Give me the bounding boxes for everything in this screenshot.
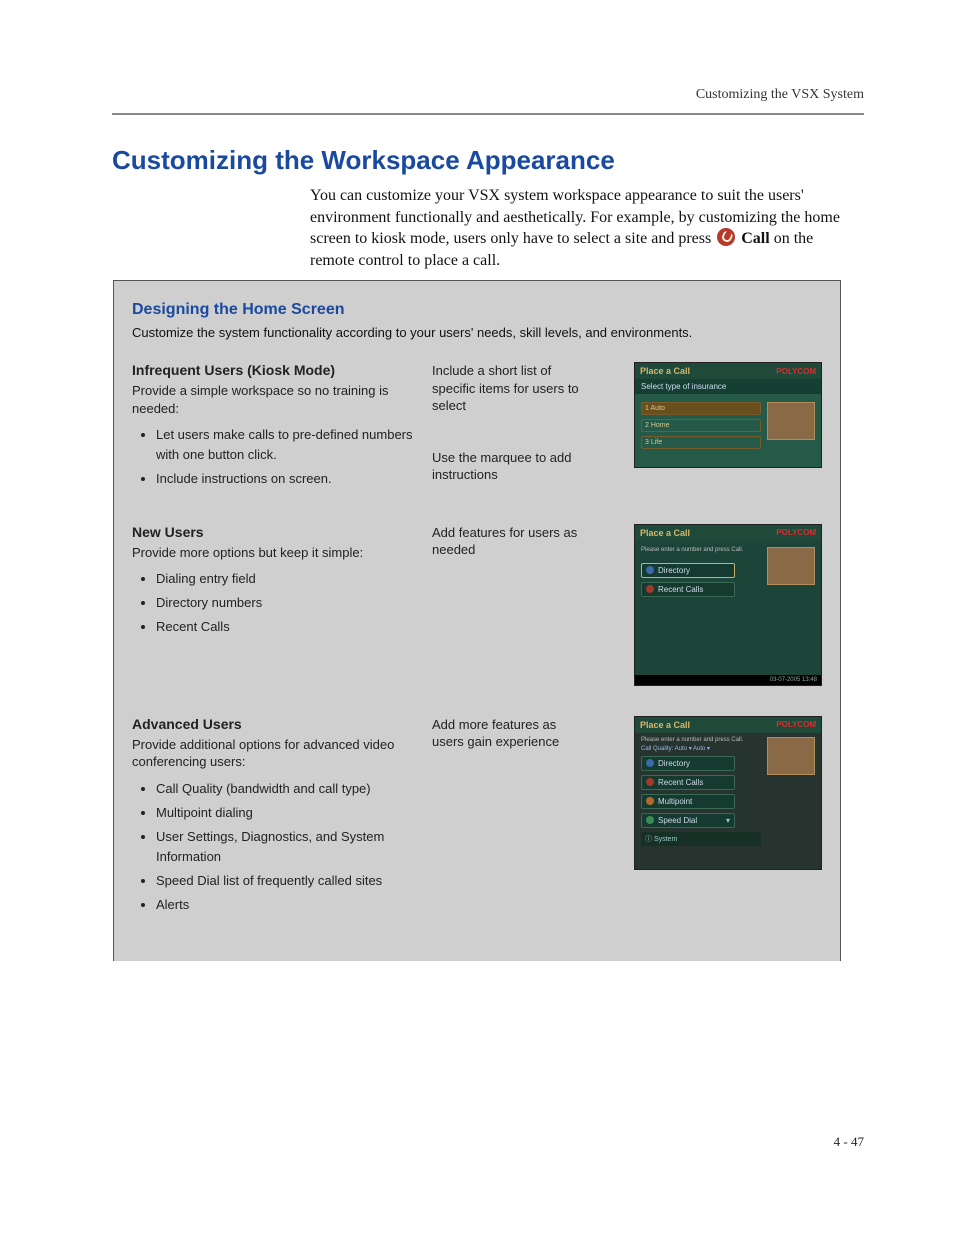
lead-3: Provide additional options for advanced … (132, 736, 418, 771)
dot-icon (646, 797, 654, 805)
col-mid-3: Add more features as users gain experien… (432, 716, 592, 751)
shot-thumbnail (767, 737, 815, 775)
pill-label: Multipoint (658, 797, 692, 806)
bullets-1: Let users make calls to pre-defined numb… (132, 425, 418, 489)
shot-brand: POLYCOM (776, 367, 816, 376)
shot-option: 2 Home (641, 419, 761, 432)
shot-system: ⓘ System (641, 832, 761, 846)
col-right-3: Place a Call POLYCOM Please enter a numb… (592, 716, 822, 870)
screenshot-kiosk: Place a Call POLYCOM Select type of insu… (634, 362, 822, 468)
pill-label: Recent Calls (658, 585, 703, 594)
subhead-3: Advanced Users (132, 716, 418, 732)
call-icon (717, 228, 735, 246)
dot-icon (646, 816, 654, 824)
lead-1: Provide a simple workspace so no trainin… (132, 382, 418, 417)
col-left-2: New Users Provide more options but keep … (132, 524, 432, 642)
row-new-users: New Users Provide more options but keep … (132, 524, 822, 686)
mid-text: Add more features as users gain experien… (432, 716, 582, 751)
shot-quality: Call Quality: Auto ▾ Auto ▾ (641, 745, 761, 752)
shot-pill: Recent Calls (641, 582, 735, 597)
chevron-down-icon: ▾ (726, 816, 730, 825)
shot-thumbnail (767, 547, 815, 585)
mid-text: Add features for users as needed (432, 524, 582, 559)
dot-icon (646, 585, 654, 593)
shot-option: 3 Life (641, 436, 761, 449)
shot-option: 1 Auto (641, 402, 761, 415)
col-mid-1: Include a short list of specific items f… (432, 362, 592, 484)
shot-banner: Select type of insurance (635, 379, 821, 394)
page-number: 4 - 47 (834, 1134, 864, 1150)
shot-pill: Directory (641, 756, 735, 771)
bullets-2: Dialing entry field Directory numbers Re… (132, 569, 418, 637)
shot-pill: Multipoint (641, 794, 735, 809)
pill-label: Speed Dial (658, 816, 697, 825)
pill-label: Directory (658, 566, 690, 575)
row-advanced-users: Advanced Users Provide additional option… (132, 716, 822, 920)
shot-hint: Please enter a number and press Call. (641, 547, 761, 553)
document-page: Customizing the VSX System Customizing t… (0, 0, 954, 1235)
col-right-1: Place a Call POLYCOM Select type of insu… (592, 362, 822, 468)
list-item: Recent Calls (156, 617, 418, 637)
list-item: Directory numbers (156, 593, 418, 613)
pill-label: Recent Calls (658, 778, 703, 787)
dot-icon (646, 759, 654, 767)
shot-pill: Recent Calls (641, 775, 735, 790)
subhead-1: Infrequent Users (Kiosk Mode) (132, 362, 418, 378)
screenshot-advanced: Place a Call POLYCOM Please enter a numb… (634, 716, 822, 870)
list-item: Speed Dial list of frequently called sit… (156, 871, 418, 891)
dot-icon (646, 566, 654, 574)
pill-label: Directory (658, 759, 690, 768)
screenshot-new-users: Place a Call POLYCOM Please enter a numb… (634, 524, 822, 686)
list-item: Alerts (156, 895, 418, 915)
shot-brand: POLYCOM (776, 528, 816, 537)
list-item: Multipoint dialing (156, 803, 418, 823)
shot-timestamp: 03-07-2005 13:48 (635, 675, 821, 685)
list-item: Call Quality (bandwidth and call type) (156, 779, 418, 799)
col-right-2: Place a Call POLYCOM Please enter a numb… (592, 524, 822, 686)
shot-title: Place a Call (640, 366, 690, 376)
shot-pill: Speed Dial ▾ (641, 813, 735, 828)
mid-text: Include a short list of specific items f… (432, 362, 582, 415)
list-item: Let users make calls to pre-defined numb… (156, 425, 418, 465)
subhead-2: New Users (132, 524, 418, 540)
box-title: Designing the Home Screen (132, 301, 822, 319)
list-item: Include instructions on screen. (156, 469, 418, 489)
col-left-1: Infrequent Users (Kiosk Mode) Provide a … (132, 362, 432, 494)
shot-pill: Directory (641, 563, 735, 578)
shot-hint: Please enter a number and press Call. (641, 737, 761, 743)
intro-paragraph: You can customize your VSX system worksp… (310, 185, 854, 271)
mid-text: Use the marquee to add instructions (432, 449, 582, 484)
shot-title: Place a Call (640, 528, 690, 538)
header-rule (112, 113, 864, 115)
design-box: Designing the Home Screen Customize the … (113, 280, 841, 961)
shot-title: Place a Call (640, 720, 690, 730)
col-left-3: Advanced Users Provide additional option… (132, 716, 432, 920)
box-subtitle: Customize the system functionality accor… (132, 325, 822, 340)
shot-brand: POLYCOM (776, 720, 816, 729)
bullets-3: Call Quality (bandwidth and call type) M… (132, 779, 418, 916)
call-label: Call (741, 230, 769, 247)
shot-thumbnail (767, 402, 815, 440)
list-item: Dialing entry field (156, 569, 418, 589)
section-heading: Customizing the Workspace Appearance (112, 145, 615, 176)
dot-icon (646, 778, 654, 786)
list-item: User Settings, Diagnostics, and System I… (156, 827, 418, 867)
col-mid-2: Add features for users as needed (432, 524, 592, 559)
running-header: Customizing the VSX System (696, 87, 864, 103)
row-infrequent: Infrequent Users (Kiosk Mode) Provide a … (132, 362, 822, 494)
lead-2: Provide more options but keep it simple: (132, 544, 418, 562)
